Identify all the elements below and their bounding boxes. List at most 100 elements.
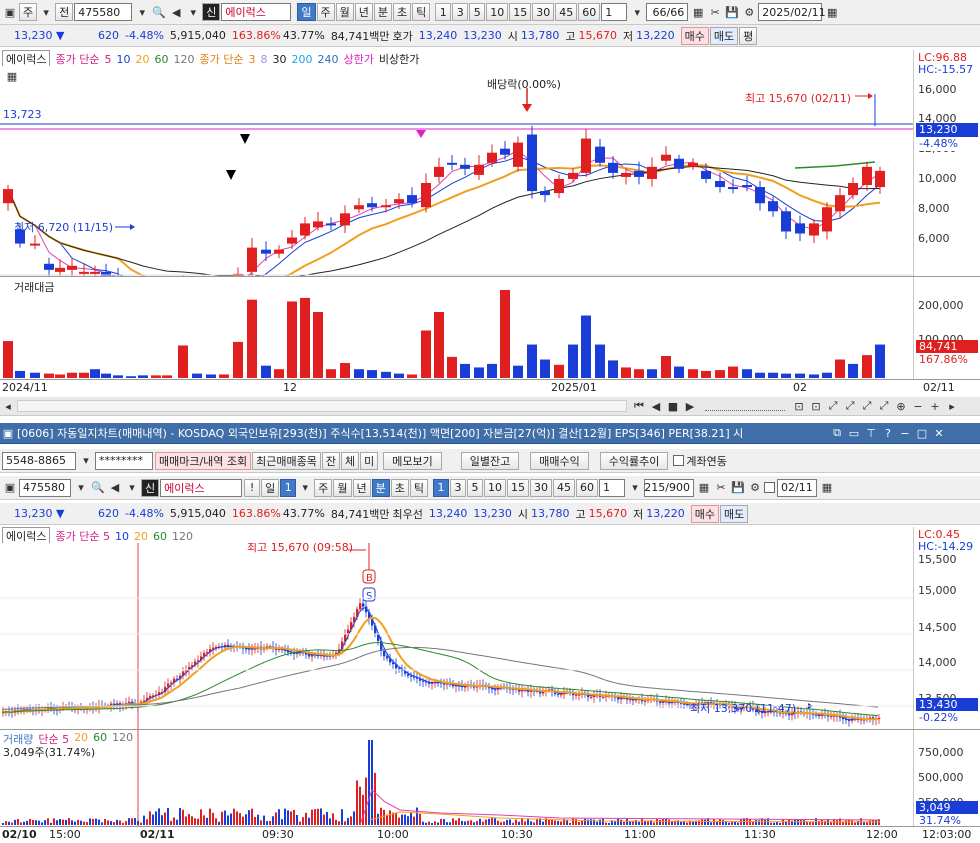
period-week[interactable]: 주 (316, 3, 335, 21)
minimize-icon[interactable]: − (897, 425, 913, 441)
period-year[interactable]: 년 (354, 3, 373, 21)
interval-60[interactable]: 60 (576, 478, 598, 497)
chevron-down-icon[interactable]: ▾ (627, 480, 643, 496)
interval-45[interactable]: 45 (553, 478, 575, 497)
interval-5[interactable]: 5 (469, 3, 486, 21)
period-day[interactable]: 일 (261, 478, 280, 497)
zoom-slider[interactable] (705, 401, 785, 411)
interval-3[interactable]: 3 (452, 3, 469, 21)
chevron-down-icon[interactable]: ▾ (124, 480, 140, 496)
window-icon[interactable]: ▣ (2, 480, 18, 496)
date-checkbox[interactable] (764, 482, 775, 493)
password-input[interactable]: ******** (95, 451, 153, 470)
period-day[interactable]: 일 (297, 3, 316, 21)
window-icon[interactable]: ▣ (2, 4, 18, 20)
grid-icon[interactable]: ▦ (696, 480, 712, 496)
daily-price-chart[interactable]: ▦ 13,723 배당락(0.00%) 최고 15,670 (02/11) 최저… (0, 66, 913, 276)
period-second[interactable]: 초 (390, 478, 409, 497)
buy-button[interactable]: 매수 (690, 504, 720, 523)
tool-icon[interactable]: ⤢ (859, 398, 875, 414)
tool-icon[interactable]: ⊡ (808, 398, 824, 414)
save-icon[interactable]: 💾 (724, 4, 740, 20)
prev-icon[interactable]: ◀ (648, 398, 664, 414)
search-icon[interactable]: 🔍 (151, 4, 167, 20)
interval-1[interactable]: 1 (433, 478, 449, 497)
scissor-icon[interactable]: ✂ (713, 480, 729, 496)
chevron-down-icon[interactable]: ▾ (38, 4, 54, 20)
minute-window-titlebar[interactable]: ▣ [0606] 자동일지차트(매매내역) - KOSDAQ 외국인보유[293… (0, 423, 980, 444)
chevron-down-icon[interactable]: ▾ (134, 4, 150, 20)
market-select[interactable]: 주 (19, 3, 38, 21)
period-week[interactable]: 주 (314, 478, 333, 497)
chevron-down-icon[interactable]: ▾ (185, 4, 201, 20)
interval-count-input[interactable]: 1 (599, 478, 625, 497)
period-tick[interactable]: 틱 (412, 3, 431, 21)
minute-stock-name[interactable]: 에이럭스 (160, 478, 243, 497)
interval-1[interactable]: 1 (435, 3, 452, 21)
interval-30[interactable]: 30 (532, 3, 555, 21)
next-icon[interactable]: ▶ (682, 398, 698, 414)
period-minute[interactable]: 분 (371, 478, 390, 497)
range-field[interactable]: 215/900 (644, 478, 694, 497)
filled-button[interactable]: 체 (341, 451, 360, 470)
alert-button[interactable]: ! (244, 478, 261, 497)
speaker-icon[interactable]: ◀ (168, 4, 184, 20)
unfilled-button[interactable]: 미 (360, 451, 379, 470)
stop-icon[interactable]: ■ (665, 398, 681, 414)
sell-button[interactable]: 매도 (709, 26, 739, 45)
period-minute[interactable]: 분 (373, 3, 392, 21)
average-button[interactable]: 평 (739, 26, 758, 45)
tool-icon[interactable]: ⤢ (842, 398, 858, 414)
scroll-left-icon[interactable]: ◂ (0, 398, 16, 414)
stock-name-field[interactable]: 에이럭스 (221, 3, 292, 21)
memo-button[interactable]: 메모보기 (383, 451, 442, 470)
minute-price-chart[interactable]: BS 최고 15,670 (09:58) 최저 13,370 (11:47) (0, 543, 913, 729)
period-tick[interactable]: 틱 (409, 478, 428, 497)
period-year[interactable]: 년 (352, 478, 371, 497)
jeon-button[interactable]: 전 (55, 3, 74, 21)
tool-icon[interactable]: ⤢ (825, 398, 841, 414)
help-icon[interactable]: ? (880, 425, 896, 441)
interval-15[interactable]: 15 (507, 478, 529, 497)
interval-30[interactable]: 30 (530, 478, 552, 497)
gear-icon[interactable]: ⚙ (747, 480, 763, 496)
balance-button[interactable]: 잔 (321, 451, 341, 470)
interval-45[interactable]: 45 (555, 3, 578, 21)
range-field[interactable]: 66/66 (646, 3, 689, 21)
minus-icon[interactable]: − (910, 398, 926, 414)
interval-count-input[interactable]: 1 (601, 3, 628, 21)
pin-icon[interactable]: ⊤ (863, 425, 879, 441)
interval-10[interactable]: 10 (484, 478, 506, 497)
zoom-icon[interactable]: ⊕ (893, 398, 909, 414)
tool-icon[interactable]: ⊡ (791, 398, 807, 414)
trade-profit-button[interactable]: 매매수익 (530, 451, 589, 470)
daily-balance-button[interactable]: 일별잔고 (460, 451, 520, 470)
scissor-icon[interactable]: ✂ (707, 4, 723, 20)
stock-code-input[interactable]: 475580 (74, 3, 133, 21)
daily-volume-chart[interactable]: 거래대금 (0, 277, 913, 379)
calendar-icon[interactable]: ▦ (824, 4, 840, 20)
trade-mark-query-button[interactable]: 매매마크/내역 조회 (155, 451, 252, 470)
minute-volume-chart[interactable]: 거래량 단순 5 20 60 120 3,049주(31.74%) (0, 730, 913, 826)
account-link-checkbox[interactable] (673, 455, 685, 466)
minute-code-input[interactable]: 475580 (19, 478, 71, 497)
calendar-icon[interactable]: ▦ (819, 480, 835, 496)
tick-unit-select[interactable]: 1 (280, 478, 297, 497)
date-input[interactable]: 2025/02/11 (758, 3, 826, 21)
table-icon[interactable]: ▦ (4, 68, 20, 84)
chevron-down-icon[interactable]: ▾ (78, 453, 94, 469)
account-input[interactable]: 5548-8865 (2, 451, 76, 470)
interval-5[interactable]: 5 (467, 478, 483, 497)
interval-60[interactable]: 60 (578, 3, 601, 21)
interval-15[interactable]: 15 (509, 3, 532, 21)
period-second[interactable]: 초 (393, 3, 412, 21)
minute-date-input[interactable]: 02/11 (777, 478, 817, 497)
chevron-down-icon[interactable]: ▾ (629, 4, 645, 20)
sell-button[interactable]: 매도 (720, 504, 749, 523)
chevron-down-icon[interactable]: ▾ (297, 480, 313, 496)
interval-10[interactable]: 10 (486, 3, 509, 21)
scroll-right-icon[interactable]: ▸ (944, 398, 960, 414)
copy-icon[interactable]: ▭ (846, 425, 862, 441)
profit-trend-button[interactable]: 수익률추이 (599, 451, 669, 470)
chevron-down-icon[interactable]: ▾ (73, 480, 89, 496)
